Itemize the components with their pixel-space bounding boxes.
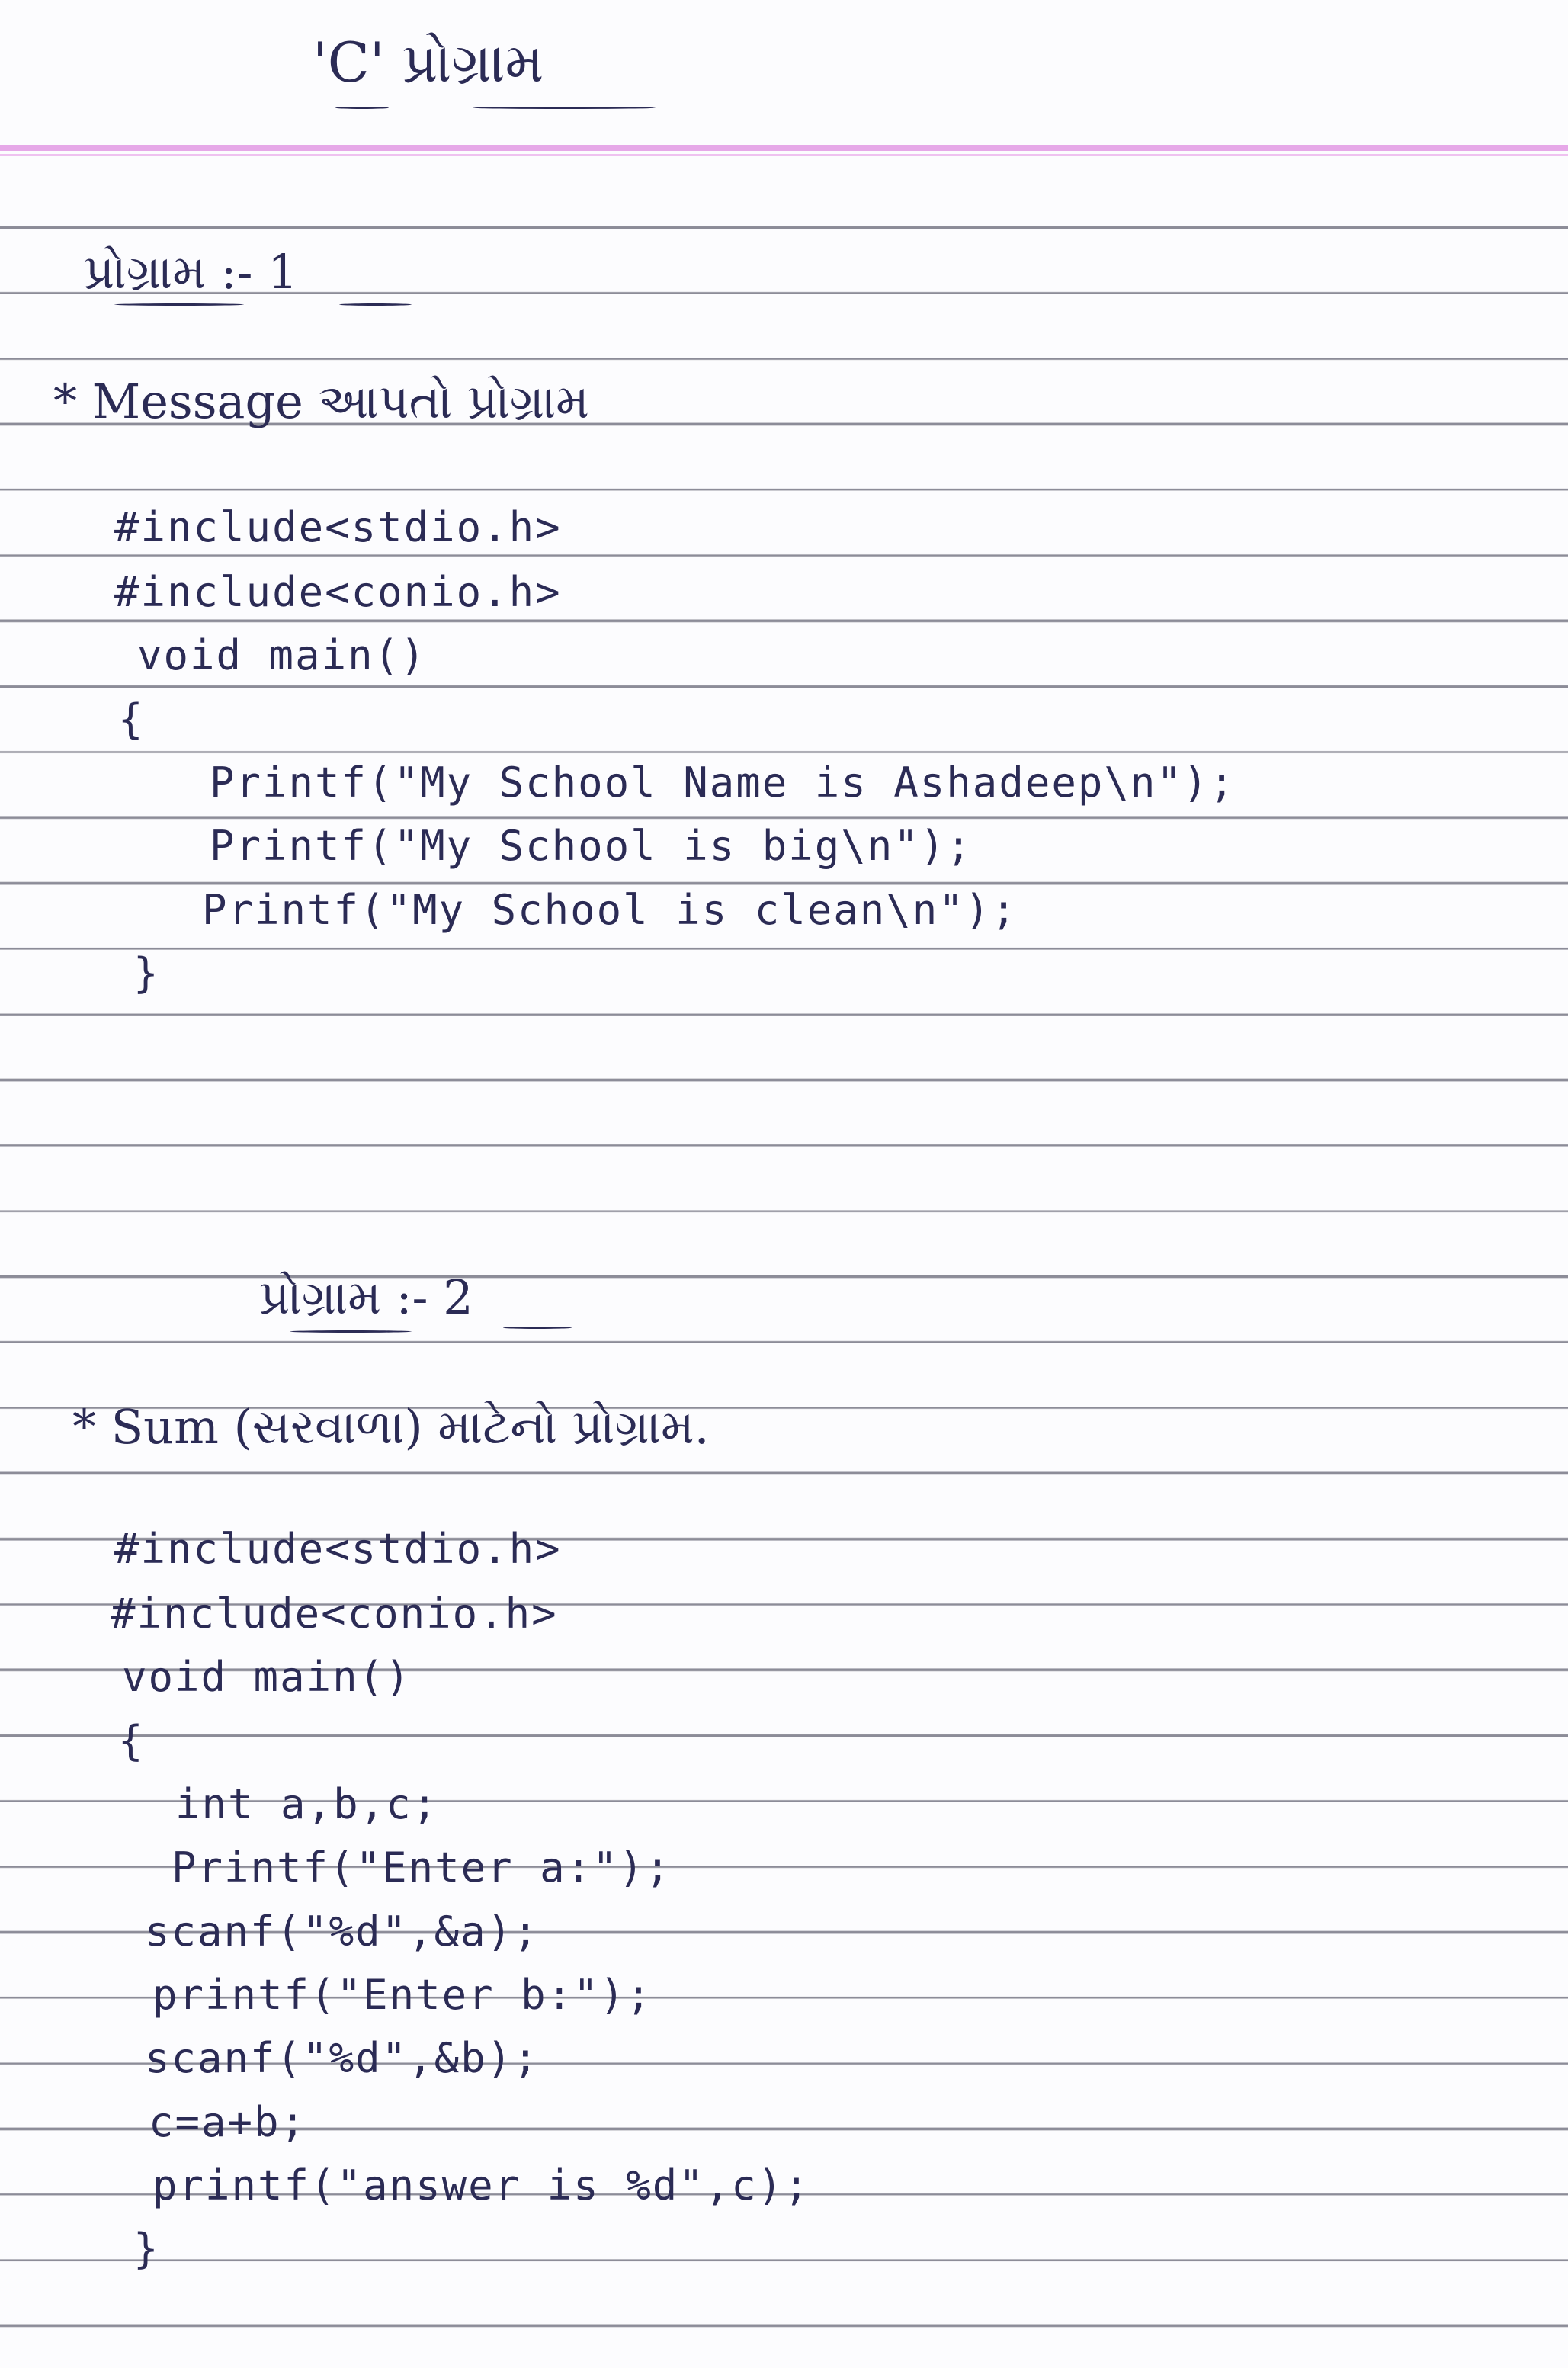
program-2-heading: પ્રોગ્રામ :- 2 xyxy=(259,1269,473,1325)
code-line: c=a+b; xyxy=(149,2098,307,2146)
page-header-area xyxy=(0,0,1568,163)
program-1-description: * Message આપતો પ્રોગ્રામ xyxy=(53,374,589,429)
code-line: void main() xyxy=(137,631,427,679)
code-line: } xyxy=(133,949,160,997)
code-line: int a,b,c; xyxy=(175,1780,439,1828)
notebook-page: 'C' પ્રોગ્રામ પ્રોગ્રામ :- 1 * Message આ… xyxy=(0,0,1568,2368)
program-1-heading-underline xyxy=(114,303,244,306)
code-line: scanf("%d",&b); xyxy=(145,2034,540,2082)
code-line: { xyxy=(118,1717,145,1765)
program-2-description: * Sum (સરવાળા) માટેનો પ્રોગ્રામ. xyxy=(72,1399,710,1455)
code-line: #include<conio.h> xyxy=(111,1590,558,1638)
code-line: } xyxy=(133,2225,160,2273)
program-2-number-underline xyxy=(503,1327,572,1329)
program-1-heading: પ્રોગ્રામ :- 1 xyxy=(84,244,298,300)
code-line: Printf("My School Name is Ashadeep\n"); xyxy=(210,759,1236,807)
code-line: #include<stdio.h> xyxy=(114,1525,562,1573)
code-line: { xyxy=(118,695,145,743)
code-line: Printf("My School is big\n"); xyxy=(210,822,973,870)
title-underline xyxy=(473,107,656,109)
code-line: Printf("My School is clean\n"); xyxy=(202,886,1018,934)
page-title: 'C' પ્રોગ્રામ xyxy=(313,30,544,95)
code-line: void main() xyxy=(122,1653,412,1701)
title-underline xyxy=(335,107,389,109)
program-2-heading-underline xyxy=(290,1330,412,1333)
code-line: #include<conio.h> xyxy=(114,568,562,616)
program-1-number-underline xyxy=(339,303,412,306)
code-line: #include<stdio.h> xyxy=(114,503,562,551)
margin-line-secondary xyxy=(0,154,1568,156)
margin-line xyxy=(0,145,1568,151)
code-line: printf("answer is %d",c); xyxy=(152,2161,810,2209)
code-line: Printf("Enter a:"); xyxy=(172,1843,672,1892)
code-line: scanf("%d",&a); xyxy=(145,1908,540,1956)
code-line: printf("Enter b:"); xyxy=(152,1971,653,2019)
